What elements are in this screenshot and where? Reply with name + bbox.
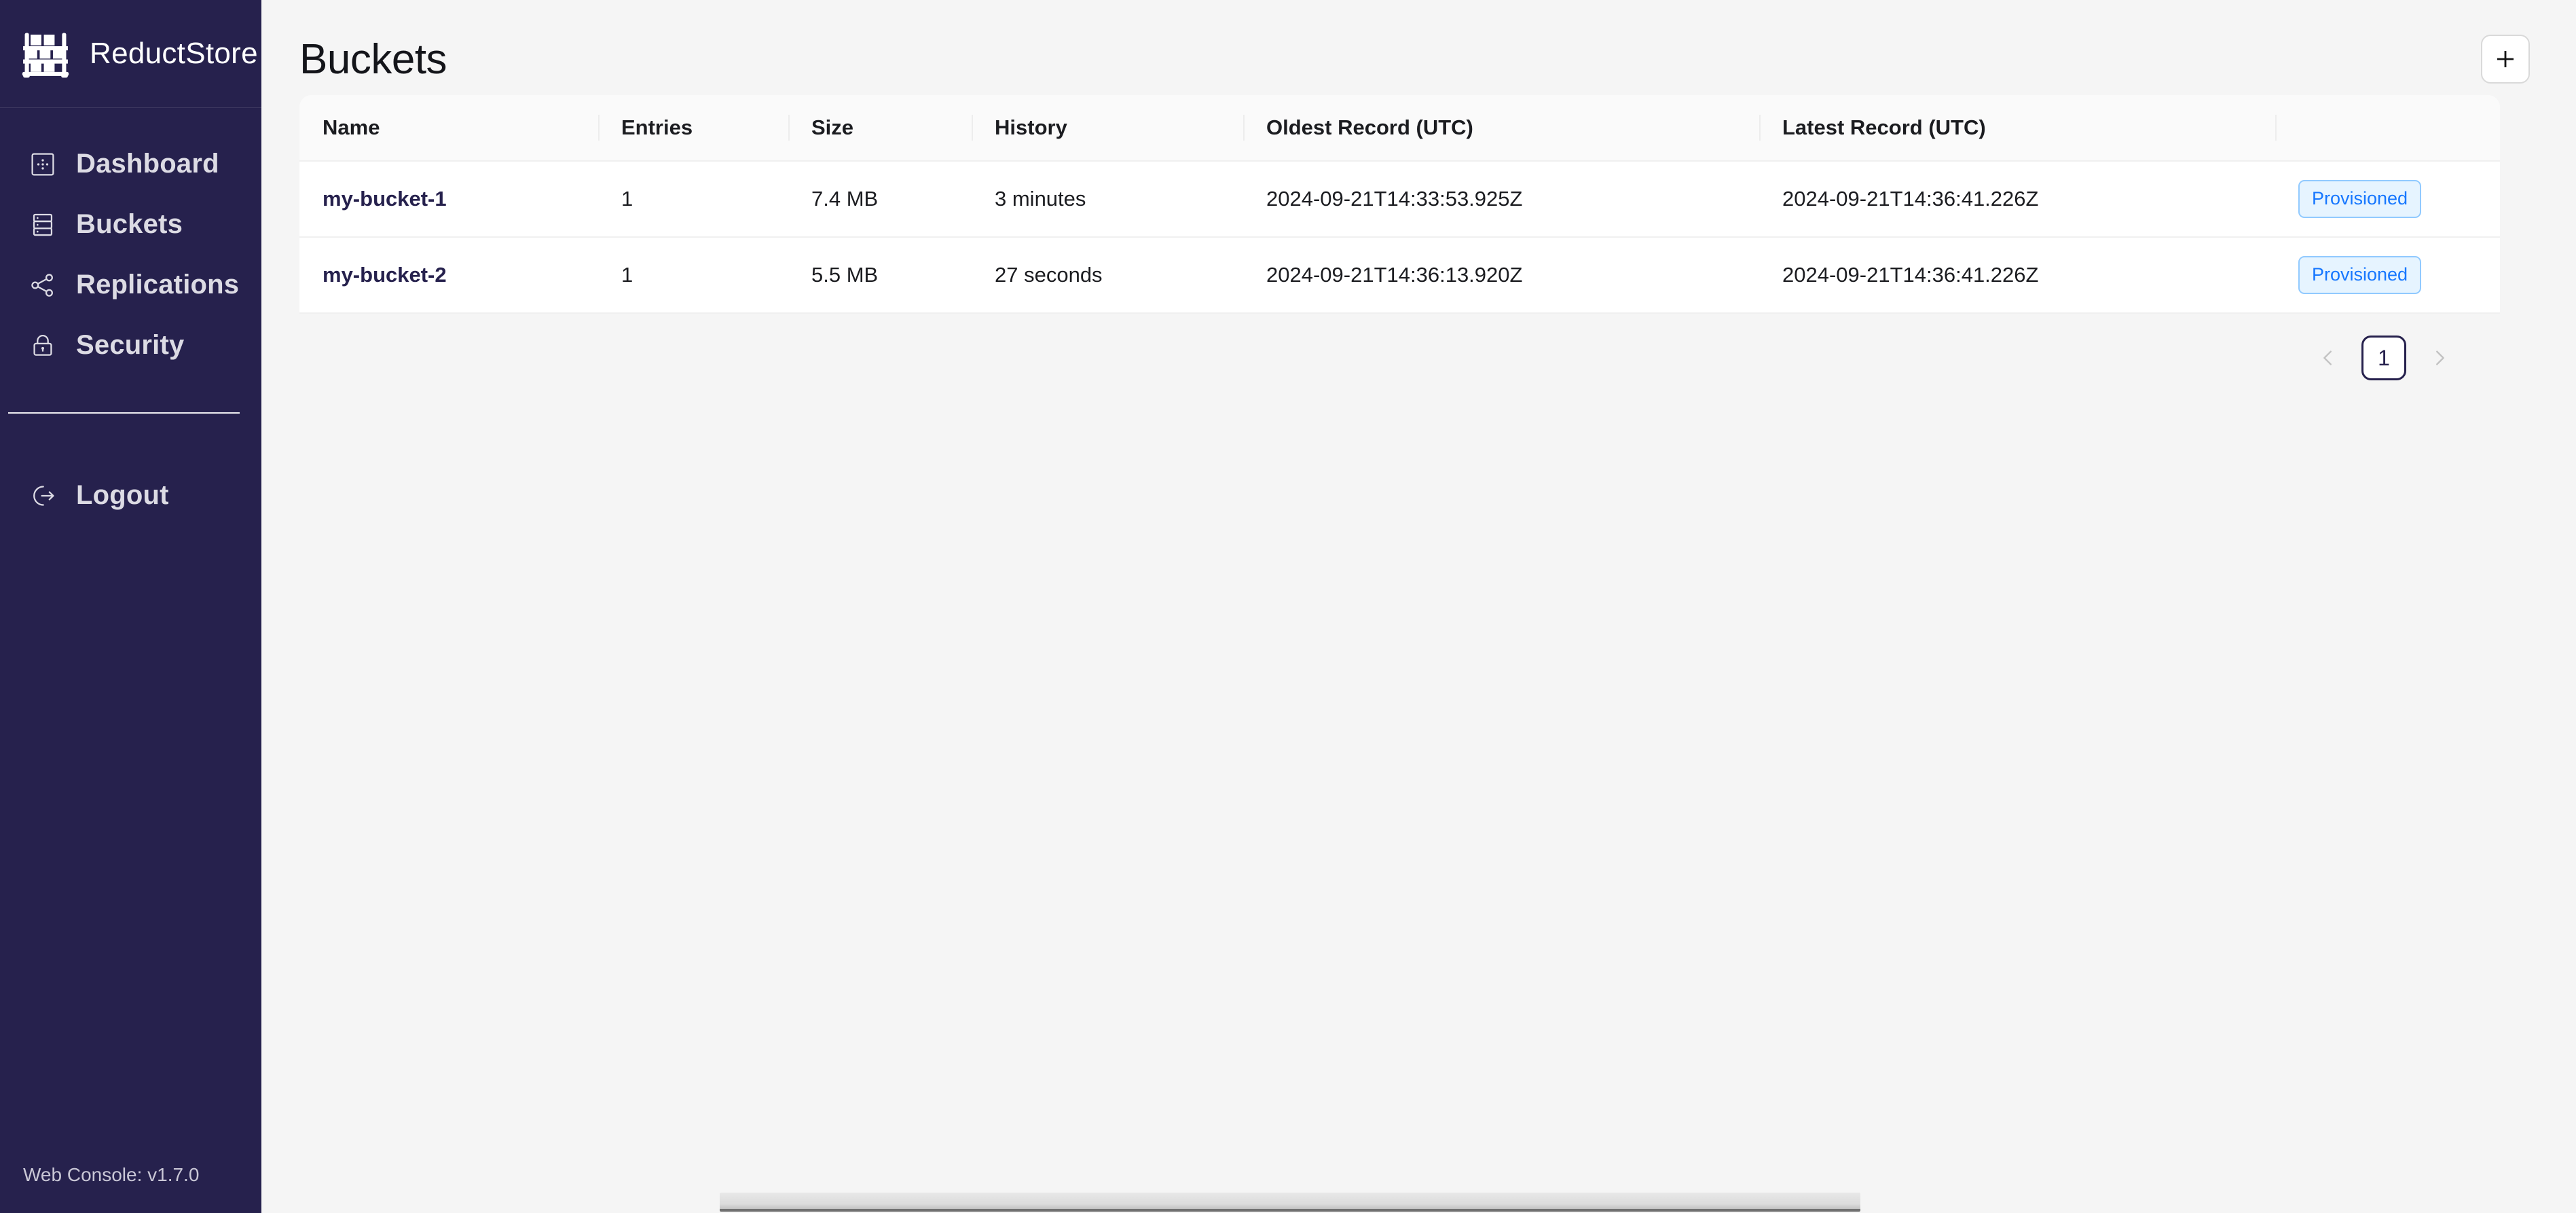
buckets-table: Name Entries Size History Oldest Record … [299, 95, 2500, 314]
cell-size: 7.4 MB [788, 160, 972, 237]
column-header-history[interactable]: History [972, 95, 1243, 161]
pagination-prev-button[interactable] [2313, 339, 2344, 377]
sidebar-item-buckets[interactable]: Buckets [0, 194, 261, 255]
page-header: Buckets [261, 0, 2576, 88]
logout-section: Logout [0, 465, 261, 526]
dashboard-icon [29, 150, 57, 179]
table-row[interactable]: my-bucket-1 1 7.4 MB 3 minutes 2024-09-2… [299, 160, 2500, 237]
page-title: Buckets [299, 35, 447, 83]
sidebar-item-security[interactable]: Security [0, 315, 261, 376]
horizontal-scrollbar[interactable] [261, 1186, 2576, 1213]
buckets-table-card: Name Entries Size History Oldest Record … [261, 95, 2538, 380]
column-header-oldest-record[interactable]: Oldest Record (UTC) [1243, 95, 1759, 161]
cell-oldest-record: 2024-09-21T14:33:53.925Z [1243, 160, 1759, 237]
main-content: Buckets Name Entries Size History Oldest… [261, 0, 2576, 1213]
column-header-status [2275, 95, 2500, 161]
cell-history: 3 minutes [972, 160, 1243, 237]
status-badge: Provisioned [2298, 256, 2422, 294]
cell-oldest-record: 2024-09-21T14:36:13.920Z [1243, 236, 1759, 314]
cell-size: 5.5 MB [788, 236, 972, 314]
cell-history: 27 seconds [972, 236, 1243, 314]
table-header-row: Name Entries Size History Oldest Record … [299, 95, 2500, 161]
sidebar-item-label: Logout [76, 480, 169, 510]
lock-icon [29, 331, 57, 360]
sidebar-nav: Dashboard Buckets Replications Security [0, 134, 261, 376]
table-header: Name Entries Size History Oldest Record … [299, 95, 2500, 161]
web-console-version: Web Console: v1.7.0 [23, 1164, 200, 1185]
cell-status: Provisioned [2275, 160, 2500, 237]
sidebar-item-dashboard[interactable]: Dashboard [0, 134, 261, 194]
cell-latest-record: 2024-09-21T14:36:41.226Z [1759, 236, 2275, 314]
column-header-name[interactable]: Name [299, 95, 598, 161]
sidebar-top-divider [0, 107, 261, 108]
shelf-rack-icon [19, 27, 72, 80]
logout-icon [29, 482, 57, 510]
sidebar-divider [8, 412, 240, 414]
chevron-right-icon [2429, 348, 2450, 368]
horizontal-scrollbar-thumb[interactable] [720, 1193, 1860, 1212]
sidebar-item-logout[interactable]: Logout [0, 465, 261, 526]
cell-bucket-name: my-bucket-1 [299, 160, 598, 237]
column-header-entries[interactable]: Entries [598, 95, 788, 161]
cell-bucket-name: my-bucket-2 [299, 236, 598, 314]
brand-name: ReductStore [90, 37, 258, 70]
sidebar-item-label: Buckets [76, 209, 183, 239]
status-badge: Provisioned [2298, 180, 2422, 218]
table-body: my-bucket-1 1 7.4 MB 3 minutes 2024-09-2… [299, 160, 2500, 314]
sidebar-item-label: Security [76, 330, 185, 360]
brand[interactable]: ReductStore [0, 0, 261, 88]
pagination-next-button[interactable] [2424, 339, 2455, 377]
sidebar-item-label: Replications [76, 270, 240, 300]
database-icon [29, 211, 57, 239]
cell-entries: 1 [598, 236, 788, 314]
pagination: 1 [299, 314, 2500, 380]
share-nodes-icon [29, 271, 57, 300]
column-header-size[interactable]: Size [788, 95, 972, 161]
column-header-latest-record[interactable]: Latest Record (UTC) [1759, 95, 2275, 161]
sidebar-item-replications[interactable]: Replications [0, 255, 261, 315]
sidebar: ReductStore Dashboard Buckets Replicatio… [0, 0, 261, 1213]
cell-latest-record: 2024-09-21T14:36:41.226Z [1759, 160, 2275, 237]
app-root: ReductStore Dashboard Buckets Replicatio… [0, 0, 2576, 1213]
pagination-page-1[interactable]: 1 [2361, 336, 2406, 380]
add-bucket-button[interactable] [2481, 35, 2530, 84]
sidebar-item-label: Dashboard [76, 149, 219, 179]
table-row[interactable]: my-bucket-2 1 5.5 MB 27 seconds 2024-09-… [299, 236, 2500, 314]
chevron-left-icon [2318, 348, 2338, 368]
plus-icon [2494, 48, 2517, 71]
cell-entries: 1 [598, 160, 788, 237]
cell-status: Provisioned [2275, 236, 2500, 314]
buckets-table-wrapper: Name Entries Size History Oldest Record … [299, 95, 2500, 314]
